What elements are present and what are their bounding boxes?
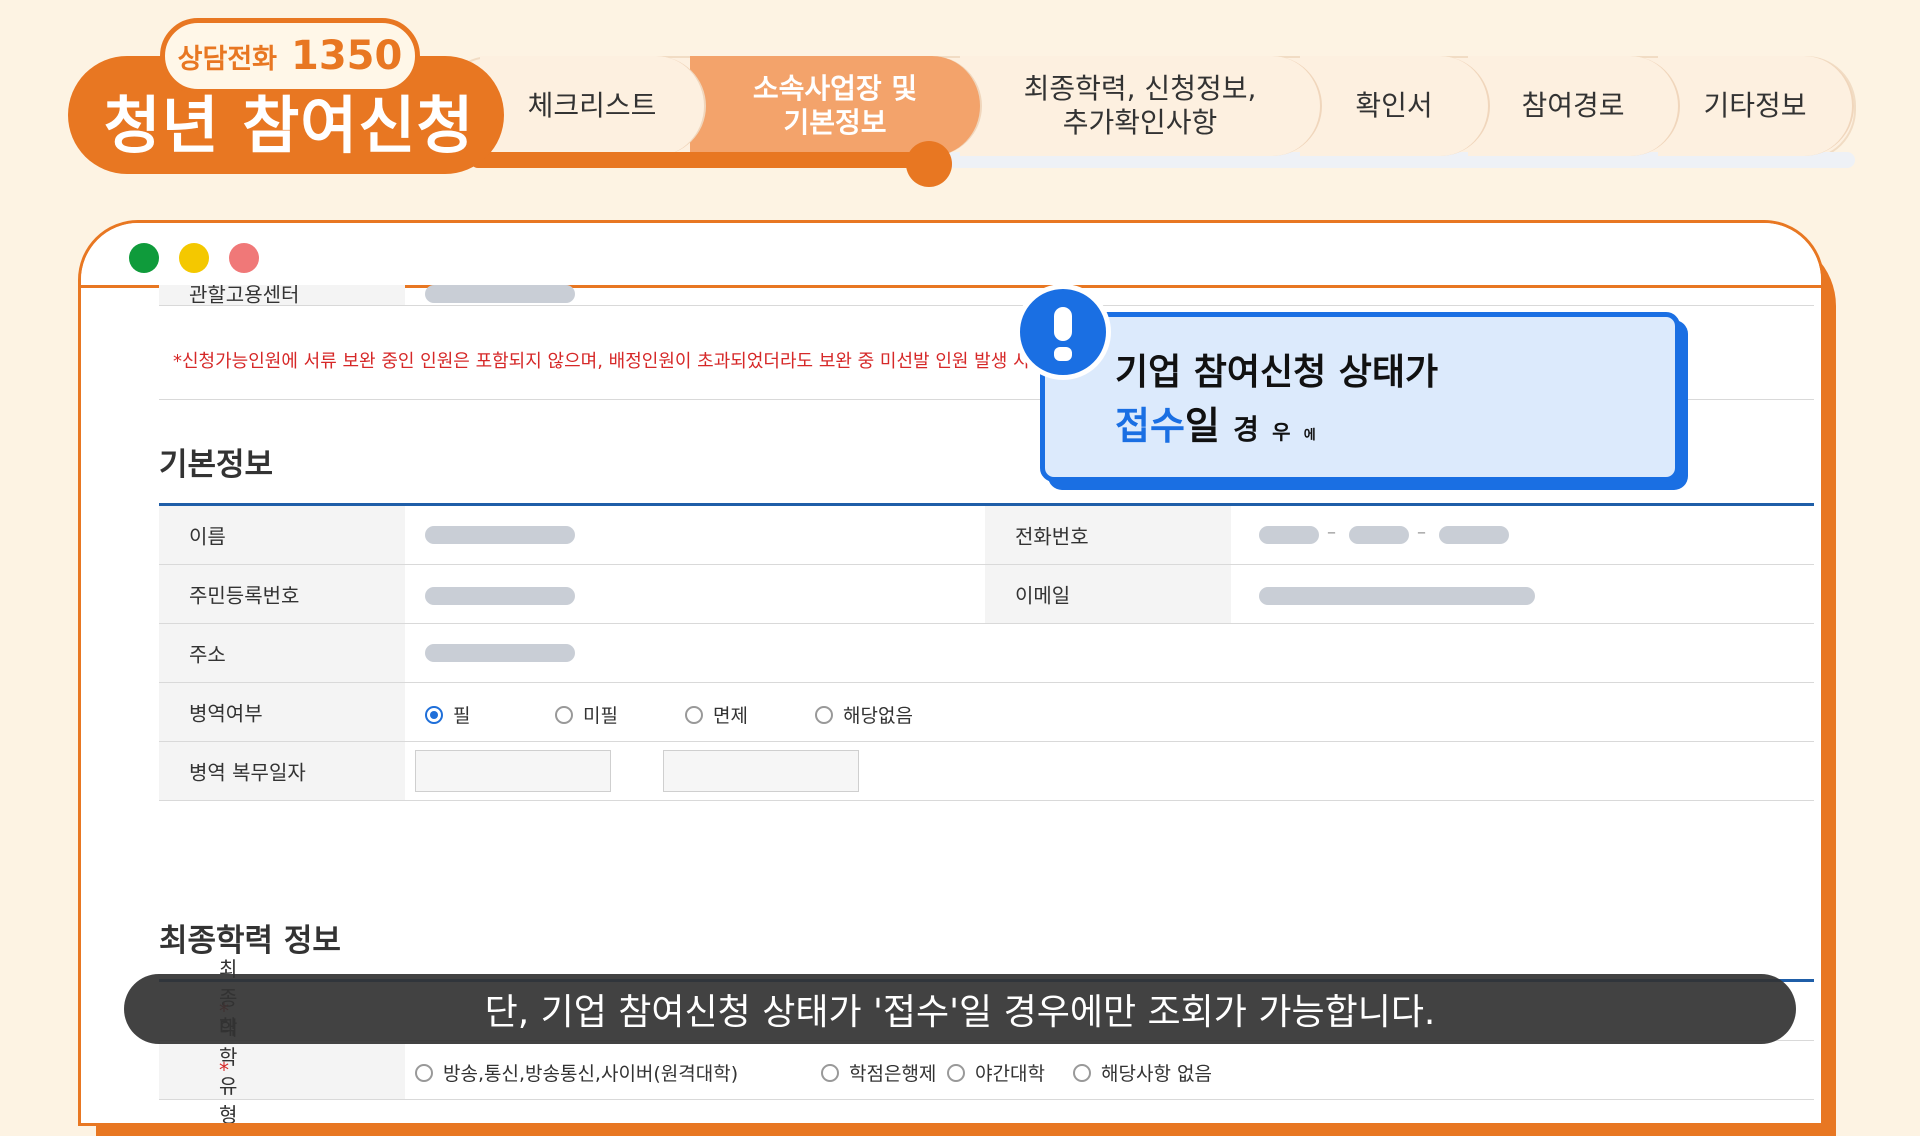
phone-label: 전화번호 bbox=[1015, 524, 1089, 549]
option-label: 미필 bbox=[583, 705, 618, 727]
step-label: 기타정보 bbox=[1703, 89, 1807, 122]
rrn-value-masked bbox=[425, 587, 575, 605]
radio-icon[interactable] bbox=[555, 705, 573, 724]
military-date-label: 병역 복무일자 bbox=[189, 760, 306, 785]
university-option-night[interactable]: 야간대학 bbox=[947, 1059, 1045, 1086]
radio-checked-icon[interactable] bbox=[425, 705, 443, 724]
university-option-remote[interactable]: 방송,통신,방송통신,사이버(원격대학) bbox=[415, 1059, 738, 1086]
address-value-masked bbox=[425, 644, 575, 662]
radio-icon[interactable] bbox=[947, 1063, 965, 1082]
jurisdiction-value-masked bbox=[425, 285, 575, 303]
education-section-title: 최종학력 정보 bbox=[159, 923, 341, 959]
name-label: 이름 bbox=[189, 524, 226, 549]
callout-line1: 기업 참여신청 상태가 bbox=[1115, 352, 1439, 393]
email-label: 이메일 bbox=[1015, 583, 1071, 608]
rrn-label: 주민등록번호 bbox=[189, 583, 300, 608]
military-start-date-input[interactable] bbox=[415, 750, 611, 792]
video-subtitle: 단, 기업 참여신청 상태가 '접수'일 경우에만 조회가 가능합니다. bbox=[124, 974, 1796, 1044]
option-label: 방송,통신,방송통신,사이버(원격대학) bbox=[443, 1063, 739, 1085]
step-label: 체크리스트 bbox=[527, 89, 657, 122]
military-row: 병역여부 필 미필 면제 해당없음 bbox=[159, 683, 1814, 742]
name-phone-row: 이름 전화번호 – – bbox=[159, 506, 1814, 565]
window-red-dot-icon bbox=[229, 243, 259, 273]
radio-icon[interactable] bbox=[415, 1063, 433, 1082]
step-education-application[interactable]: 최종학력, 신청정보, 추가확인사항 bbox=[960, 56, 1322, 156]
military-option-na[interactable]: 해당없음 bbox=[815, 701, 913, 728]
address-row: 주소 bbox=[159, 624, 1814, 683]
option-label: 야간대학 bbox=[975, 1063, 1045, 1085]
step-label: 확인서 bbox=[1355, 89, 1433, 122]
phone-separator: – bbox=[1327, 522, 1336, 543]
military-option-done[interactable]: 필 bbox=[425, 701, 470, 728]
address-label: 주소 bbox=[189, 642, 226, 667]
step-label: 최종학력, 신청정보, 추가확인사항 bbox=[1023, 72, 1257, 139]
option-label: 학점은행제 bbox=[849, 1063, 937, 1085]
name-value-masked bbox=[425, 526, 575, 544]
window-green-dot-icon bbox=[129, 243, 159, 273]
step-label: 참여경로 bbox=[1521, 89, 1625, 122]
step-company-basic-info[interactable]: 소속사업장 및 기본정보 bbox=[690, 56, 982, 156]
option-label: 필 bbox=[453, 705, 471, 727]
window-titlebar bbox=[81, 223, 1821, 288]
radio-icon[interactable] bbox=[1073, 1063, 1091, 1082]
military-label: 병역여부 bbox=[189, 701, 263, 726]
military-end-date-input[interactable] bbox=[663, 750, 859, 792]
email-value-masked bbox=[1259, 587, 1535, 605]
option-label: 해당없음 bbox=[843, 705, 913, 727]
military-option-exempt[interactable]: 면제 bbox=[685, 701, 748, 728]
phone-part1-masked bbox=[1259, 526, 1319, 544]
progress-knob bbox=[906, 141, 952, 187]
jurisdiction-row: 관할고용센터 bbox=[159, 285, 1814, 307]
military-date-row: 병역 복무일자 bbox=[159, 742, 1814, 801]
military-option-not-done[interactable]: 미필 bbox=[555, 701, 618, 728]
info-callout: 기업 참여신청 상태가 접수일 경 우 에 bbox=[1040, 312, 1680, 482]
phone-part3-masked bbox=[1439, 526, 1509, 544]
notice-text: *신청가능인원에 서류 보완 중인 인원은 포함되지 않으며, 배정인원이 초과… bbox=[173, 351, 1030, 372]
step-participation-route[interactable]: 참여경로 bbox=[1468, 56, 1680, 156]
callout-line2: 접수일 경 우 에 bbox=[1115, 404, 1316, 448]
jurisdiction-label: 관할고용센터 bbox=[189, 285, 300, 307]
radio-icon[interactable] bbox=[815, 705, 833, 724]
step-checklist[interactable]: 체크리스트 bbox=[480, 56, 706, 156]
consult-phone-badge: 상담전화 1350 bbox=[160, 18, 420, 94]
phone-separator: – bbox=[1417, 522, 1426, 543]
progress-fill bbox=[470, 152, 930, 168]
exclamation-icon bbox=[1015, 284, 1111, 380]
phone-part2-masked bbox=[1349, 526, 1409, 544]
university-option-none[interactable]: 해당사항 없음 bbox=[1073, 1059, 1212, 1086]
window-yellow-dot-icon bbox=[179, 243, 209, 273]
rrn-email-row: 주민등록번호 이메일 bbox=[159, 565, 1814, 624]
option-label: 면제 bbox=[713, 705, 748, 727]
basic-info-title: 기본정보 bbox=[159, 447, 274, 483]
university-type-row: 대학유형 * 방송,통신,방송통신,사이버(원격대학) 학점은행제 야간대학 해… bbox=[159, 1016, 1814, 1123]
badge-number: 1350 bbox=[291, 33, 403, 79]
step-label: 소속사업장 및 기본정보 bbox=[752, 72, 918, 139]
step-confirmation[interactable]: 확인서 bbox=[1300, 56, 1490, 156]
radio-icon[interactable] bbox=[821, 1063, 839, 1082]
badge-label: 상담전화 bbox=[177, 43, 278, 75]
step-other-info[interactable]: 기타정보 bbox=[1658, 56, 1854, 156]
option-label: 해당사항 없음 bbox=[1101, 1063, 1212, 1085]
radio-icon[interactable] bbox=[685, 705, 703, 724]
university-option-credit-bank[interactable]: 학점은행제 bbox=[821, 1059, 936, 1086]
